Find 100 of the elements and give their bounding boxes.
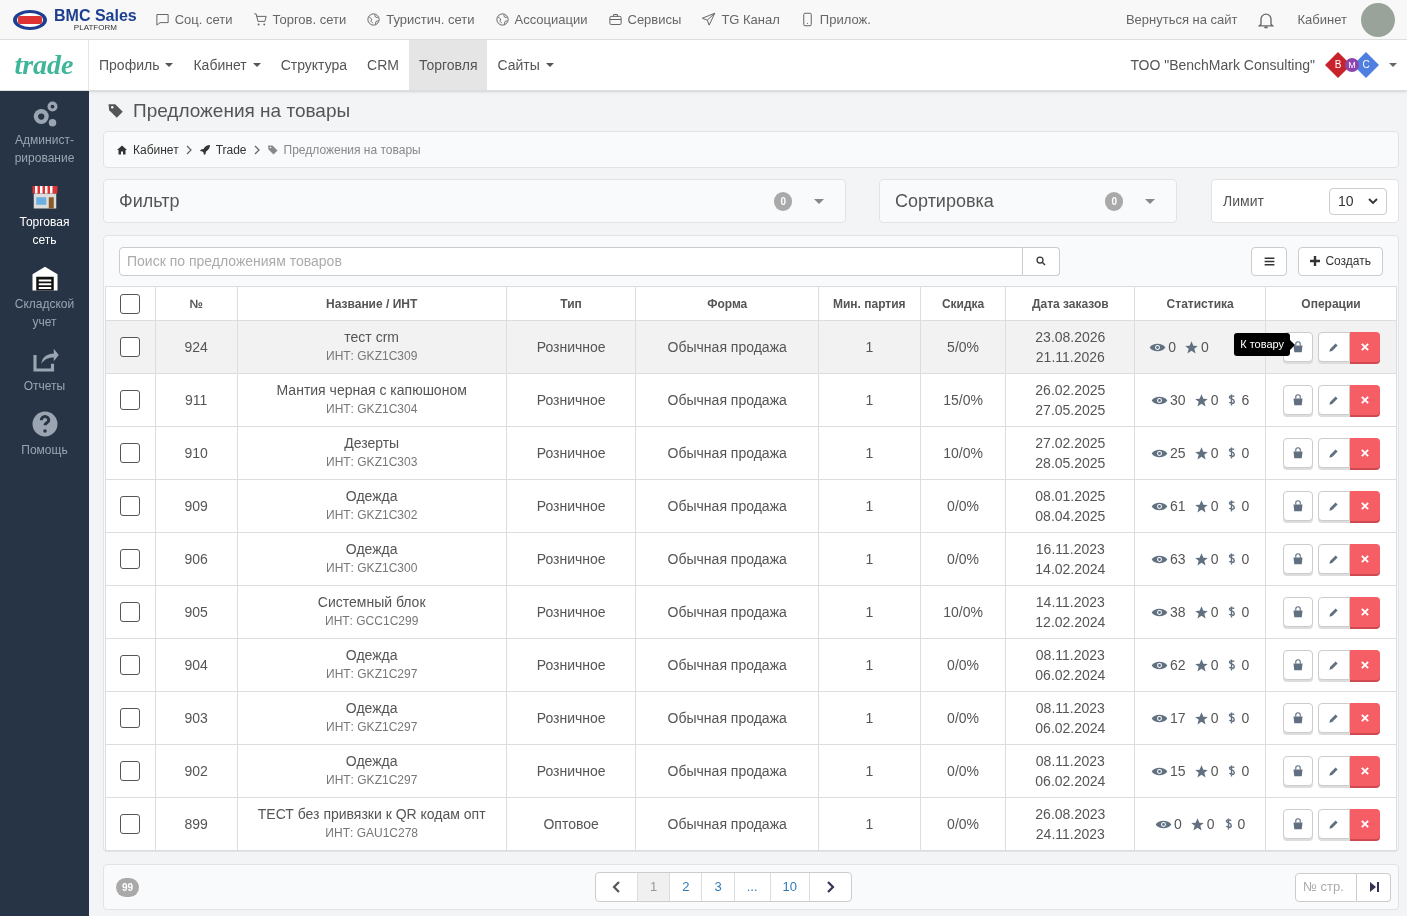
table-cell: Розничное bbox=[506, 691, 636, 745]
order-date: 21.11.2026 bbox=[1034, 348, 1106, 367]
table-cell: Обычная продажа bbox=[636, 479, 819, 533]
menu-button[interactable] bbox=[1251, 246, 1288, 276]
sidebar-item[interactable]: Складской учет bbox=[0, 263, 89, 331]
page-button[interactable]: ... bbox=[734, 873, 771, 901]
checkbox[interactable] bbox=[120, 443, 141, 463]
top-link[interactable]: TG Канал bbox=[701, 9, 780, 30]
pencil-icon bbox=[1328, 659, 1340, 671]
top-link[interactable]: Ассоциации bbox=[494, 9, 588, 30]
search-field[interactable]: Поиск по предложениям товаров bbox=[119, 246, 1023, 276]
nav-menu-item[interactable]: Кабинет bbox=[183, 40, 271, 90]
tags-icon bbox=[266, 143, 279, 156]
checkbox[interactable] bbox=[120, 708, 141, 728]
account-link[interactable]: Кабинет bbox=[1297, 9, 1347, 30]
checkbox[interactable] bbox=[120, 337, 141, 357]
checkbox[interactable] bbox=[120, 390, 141, 410]
star-icon bbox=[1193, 710, 1209, 726]
top-link[interactable]: Прилож. bbox=[799, 9, 871, 30]
stat-counter: 0 bbox=[1184, 336, 1209, 358]
checkbox[interactable] bbox=[120, 549, 141, 569]
stat-counter: 0 bbox=[1226, 442, 1250, 464]
table-cell: Розничное bbox=[506, 479, 636, 533]
breadcrumb-link[interactable]: Кабинет bbox=[116, 140, 179, 159]
product-code: ИНТ: GKZ1C300 bbox=[325, 560, 419, 577]
stat-counter: 0 bbox=[1193, 760, 1219, 782]
column-header: Дата заказов bbox=[1006, 286, 1135, 321]
stat-counter: 0 bbox=[1154, 813, 1182, 835]
checkbox[interactable] bbox=[120, 293, 141, 314]
table-cell: Обычная продажа bbox=[636, 320, 819, 374]
dollar-icon bbox=[1226, 392, 1238, 408]
checkbox[interactable] bbox=[120, 814, 141, 834]
product-name[interactable]: Одежда bbox=[237, 646, 506, 665]
table-cell: 1 bbox=[818, 479, 921, 533]
product-name[interactable]: Одежда bbox=[237, 540, 506, 559]
nav-menu-item[interactable]: Профиль bbox=[89, 40, 184, 90]
sidebar-item[interactable]: Админист-рирование bbox=[0, 99, 89, 167]
table-cell: 899 bbox=[155, 797, 238, 851]
back-to-site-link[interactable]: Вернуться на сайт bbox=[1125, 9, 1238, 30]
column-header: Операции bbox=[1265, 286, 1397, 321]
pencil-icon bbox=[1328, 341, 1340, 353]
stat-counter: 6 bbox=[1226, 389, 1250, 411]
checkbox[interactable] bbox=[120, 655, 141, 675]
page-number-field[interactable]: № стр. bbox=[1295, 872, 1357, 902]
sidebar-item[interactable]: Отчеты bbox=[0, 345, 89, 395]
shopping-bag-icon bbox=[1291, 818, 1304, 830]
breadcrumb-link[interactable]: Trade bbox=[198, 140, 247, 159]
sidebar-item[interactable]: Помощь bbox=[0, 409, 89, 459]
checkbox[interactable] bbox=[120, 496, 141, 516]
company-logo[interactable]: B M C bbox=[1325, 52, 1379, 78]
product-name[interactable]: Мантия черная с капюшоном bbox=[237, 381, 506, 400]
nav-menu-item[interactable]: CRM bbox=[357, 40, 409, 90]
table-cell: Обычная продажа bbox=[636, 638, 819, 692]
dollar-icon bbox=[1226, 657, 1238, 673]
product-name[interactable]: Одежда bbox=[237, 752, 506, 771]
product-name[interactable]: Системный блок bbox=[237, 593, 506, 612]
globe-icon bbox=[366, 12, 382, 27]
search-button[interactable] bbox=[1023, 246, 1060, 276]
top-link[interactable]: Туристич. сети bbox=[366, 9, 475, 30]
create-button[interactable]: Создать bbox=[1298, 246, 1383, 276]
nav-menu-item[interactable]: Сайты bbox=[487, 40, 564, 90]
pencil-icon bbox=[1328, 818, 1340, 830]
last-page-button[interactable] bbox=[1357, 872, 1391, 902]
table-cell: 10/0% bbox=[920, 426, 1006, 480]
page-button[interactable]: 3 bbox=[702, 873, 735, 901]
page-button[interactable]: 10 bbox=[770, 873, 810, 901]
nav-menu-item[interactable]: Торговля bbox=[409, 40, 488, 90]
table-cell: 15/0% bbox=[920, 373, 1006, 427]
top-link[interactable]: Торгов. сети bbox=[252, 9, 347, 30]
close-icon bbox=[1359, 342, 1370, 352]
table-cell: 905 bbox=[155, 585, 238, 639]
nav-menu-item[interactable]: Структура bbox=[270, 40, 358, 90]
table-cell: Обычная продажа bbox=[636, 532, 819, 586]
top-link[interactable]: Соц. сети bbox=[154, 9, 233, 30]
product-name[interactable]: Одежда bbox=[237, 699, 506, 718]
filter-panel[interactable]: Фильтр 0 bbox=[103, 179, 846, 223]
table-cell: 1 bbox=[818, 320, 921, 374]
tags-icon bbox=[107, 102, 125, 120]
breadcrumb-link[interactable]: Предложения на товары bbox=[266, 140, 421, 159]
order-date: 26.08.2023 bbox=[1034, 805, 1107, 824]
product-name[interactable]: ТЕСТ без привязки к QR кодам опт bbox=[237, 805, 506, 824]
checkbox[interactable] bbox=[120, 602, 141, 622]
table-cell: 0/0% bbox=[920, 797, 1006, 851]
product-name[interactable]: тест crm bbox=[237, 328, 506, 347]
product-name[interactable]: Дезерты bbox=[237, 434, 506, 453]
column-header: № bbox=[155, 286, 238, 321]
count-badge: 0 bbox=[774, 191, 792, 211]
stat-counter: 0 bbox=[1226, 707, 1250, 729]
page-button[interactable]: 2 bbox=[670, 873, 703, 901]
table-cell: Обычная продажа bbox=[636, 426, 819, 480]
sidebar-item[interactable]: Торговая сеть bbox=[0, 181, 89, 249]
column-header: Мин. партия bbox=[818, 286, 921, 321]
sort-panel[interactable]: Сортировка 0 bbox=[879, 179, 1177, 223]
limit-select[interactable]: 10 bbox=[1329, 187, 1387, 215]
product-name[interactable]: Одежда bbox=[237, 487, 506, 506]
order-date: 27.05.2025 bbox=[1034, 401, 1107, 420]
checkbox[interactable] bbox=[120, 761, 141, 781]
dollar-icon bbox=[1226, 498, 1238, 514]
caret-icon bbox=[252, 63, 261, 67]
top-link[interactable]: Сервисы bbox=[607, 9, 682, 30]
